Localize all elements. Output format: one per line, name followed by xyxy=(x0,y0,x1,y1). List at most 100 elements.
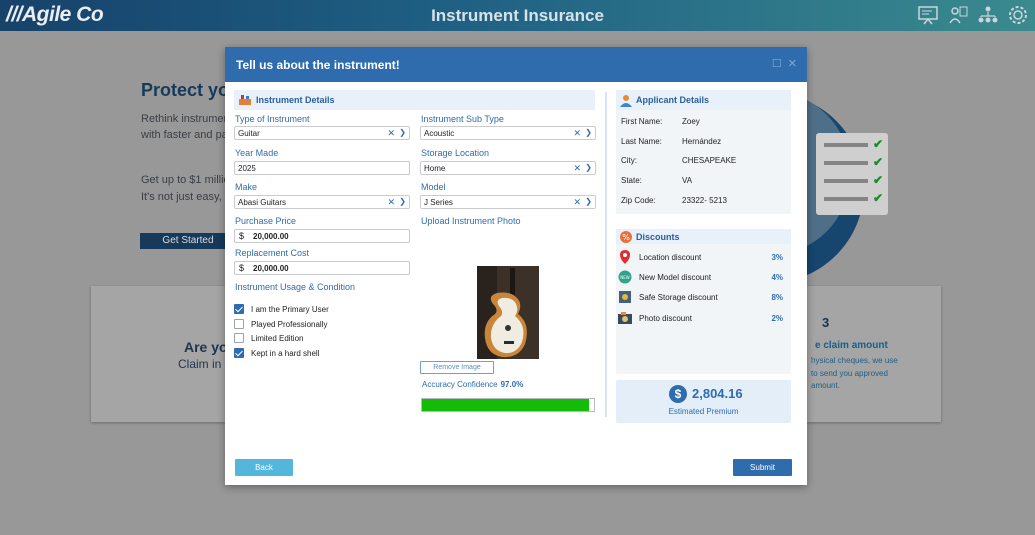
progress-fill xyxy=(422,399,589,411)
currency-symbol: $ xyxy=(239,263,245,273)
model-label: Model xyxy=(421,182,446,192)
discount-name: New Model discount xyxy=(639,273,712,282)
user-checklist-icon[interactable] xyxy=(947,4,969,26)
back-button[interactable]: Back xyxy=(235,459,293,476)
instrument-photo xyxy=(477,266,539,359)
dollar-icon: $ xyxy=(669,385,687,403)
instruments-icon xyxy=(239,95,251,105)
zip-label: Zip Code: xyxy=(621,196,656,205)
replacement-cost-label: Replacement Cost xyxy=(235,248,310,258)
usage-label: Instrument Usage & Condition xyxy=(235,282,356,292)
chevron-down-icon[interactable]: ❯ xyxy=(585,128,592,137)
chevron-down-icon[interactable]: ❯ xyxy=(399,197,406,206)
accuracy-progress-bar xyxy=(421,398,595,412)
subtype-value: Acoustic xyxy=(424,129,455,138)
gear-icon[interactable] xyxy=(1007,4,1029,26)
checkbox-label: Played Professionally xyxy=(251,319,328,329)
zip-value: 23322- 5213 xyxy=(682,196,727,205)
modal-title: Tell us about the instrument! xyxy=(236,58,400,72)
step-title: e claim amount xyxy=(815,340,888,351)
storage-select[interactable]: Home ✕ ❯ xyxy=(420,161,596,175)
section-title: Instrument Details xyxy=(256,95,335,105)
type-value: Guitar xyxy=(238,129,260,138)
make-value: Abasi Guitars xyxy=(238,198,287,207)
upload-photo-label: Upload Instrument Photo xyxy=(421,216,521,226)
svg-text:%: % xyxy=(622,233,630,242)
accuracy-value: 97.0% xyxy=(500,380,524,389)
hero-text: Rethink instrumer xyxy=(141,113,228,125)
clear-icon[interactable]: ✕ xyxy=(573,197,581,208)
clear-icon[interactable]: ✕ xyxy=(387,197,395,208)
accuracy-label: Accuracy Confidence xyxy=(422,380,498,389)
subtype-label: Instrument Sub Type xyxy=(421,114,504,124)
model-value: J Series xyxy=(424,198,453,207)
checkbox-label: I am the Primary User xyxy=(251,304,329,314)
discount-name: Safe Storage discount xyxy=(639,293,718,302)
storage-value: Home xyxy=(424,164,446,173)
replacement-cost-value: 20,000.00 xyxy=(253,264,289,273)
camera-icon xyxy=(618,312,632,324)
checkbox-hard-shell[interactable]: Kept in a hard shell xyxy=(234,348,320,358)
get-started-button[interactable]: Get Started xyxy=(140,233,236,249)
chevron-down-icon[interactable]: ❯ xyxy=(585,163,592,172)
app-header: ///Agile Co Instrument Insurance xyxy=(0,0,1035,31)
city-label: City: xyxy=(621,156,637,165)
replacement-cost-input[interactable]: $ 20,000.00 xyxy=(234,261,410,275)
location-pin-icon xyxy=(620,250,630,264)
app-title: Instrument Insurance xyxy=(431,6,604,25)
new-badge-icon: NEW xyxy=(618,270,632,284)
chevron-down-icon[interactable]: ❯ xyxy=(399,128,406,137)
remove-image-button[interactable]: Remove Image xyxy=(420,361,494,374)
checkbox-played-professionally[interactable]: Played Professionally xyxy=(234,319,327,329)
type-label: Type of Instrument xyxy=(235,114,310,124)
discount-percent: 2% xyxy=(771,314,783,323)
currency-symbol: $ xyxy=(239,231,245,241)
make-select[interactable]: Abasi Guitars ✕ ❯ xyxy=(234,195,410,209)
hero-title: Protect yo xyxy=(141,80,230,100)
checkbox-primary-user[interactable]: I am the Primary User xyxy=(234,304,329,314)
org-chart-icon[interactable] xyxy=(977,4,999,26)
hero-text: with faster and pa xyxy=(141,129,228,141)
year-input[interactable]: 2025 xyxy=(234,161,410,175)
discount-percent: 8% xyxy=(771,293,783,302)
first-name-label: First Name: xyxy=(621,117,663,126)
discount-percent: 3% xyxy=(771,253,783,262)
year-label: Year Made xyxy=(235,148,279,158)
presentation-icon[interactable] xyxy=(917,4,939,26)
hero-text: Get up to $1 millic xyxy=(141,174,230,186)
clear-icon[interactable]: ✕ xyxy=(573,163,581,174)
model-select[interactable]: J Series ✕ ❯ xyxy=(420,195,596,209)
purchase-price-input[interactable]: $ 20,000.00 xyxy=(234,229,410,243)
checkbox[interactable] xyxy=(234,348,244,358)
state-value: VA xyxy=(682,176,693,185)
discount-percent: 4% xyxy=(771,273,783,282)
make-label: Make xyxy=(235,182,258,192)
guitar-image xyxy=(477,266,539,359)
card-title: Are yo xyxy=(184,339,228,355)
city-value: CHESAPEAKE xyxy=(682,156,737,165)
discount-row-photo: Photo discount 2% xyxy=(618,311,783,325)
discount-row-safe-storage: Safe Storage discount 8% xyxy=(618,290,783,304)
first-name-value: Zoey xyxy=(682,117,700,126)
section-title: Discounts xyxy=(636,231,680,242)
card-subtitle: Claim in xyxy=(178,357,222,371)
checkbox-label: Kept in a hard shell xyxy=(251,348,320,358)
maximize-icon[interactable]: ☐ xyxy=(772,59,782,70)
last-name-value: Hernández xyxy=(682,137,722,146)
type-select[interactable]: Guitar ✕ ❯ xyxy=(234,126,410,140)
hero-text: It's not just easy, i xyxy=(141,191,228,203)
checkbox[interactable] xyxy=(234,319,244,329)
estimated-premium-card: $ 2,804.16 Estimated Premium xyxy=(616,380,791,423)
checkbox-limited-edition[interactable]: Limited Edition xyxy=(234,333,303,343)
close-icon[interactable]: ✕ xyxy=(788,59,797,70)
clear-icon[interactable]: ✕ xyxy=(387,128,395,139)
subtype-select[interactable]: Acoustic ✕ ❯ xyxy=(420,126,596,140)
window-controls: ☐ ✕ xyxy=(772,59,797,70)
checkbox[interactable] xyxy=(234,333,244,343)
safe-icon xyxy=(619,291,631,303)
checkbox[interactable] xyxy=(234,304,244,314)
submit-button[interactable]: Submit xyxy=(733,459,792,476)
step-number: 3 xyxy=(822,315,830,330)
chevron-down-icon[interactable]: ❯ xyxy=(585,197,592,206)
clear-icon[interactable]: ✕ xyxy=(573,128,581,139)
